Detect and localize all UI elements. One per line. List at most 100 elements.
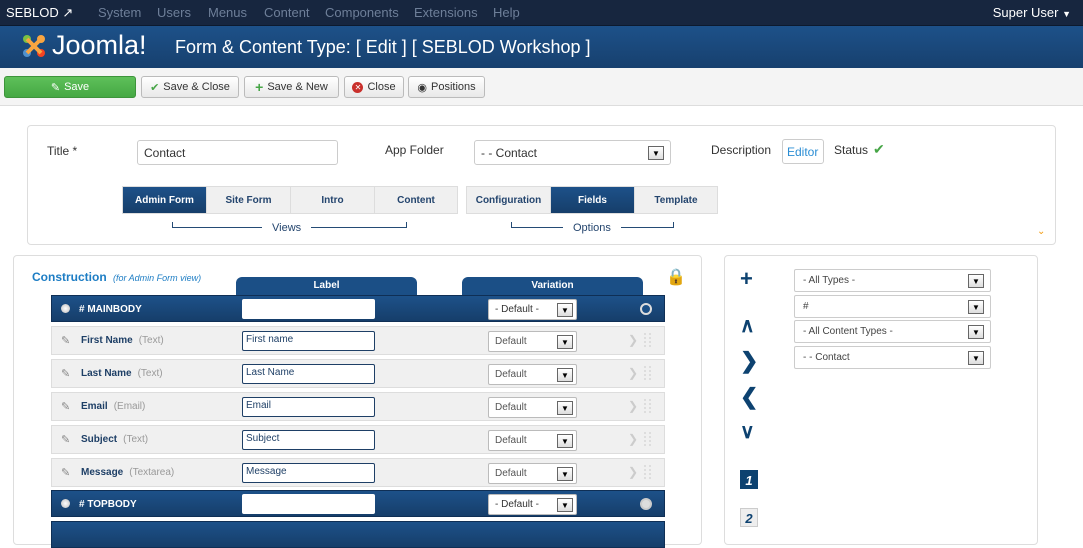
expand-chevron-icon[interactable]: ⌄ (1037, 226, 1045, 237)
tab-configuration[interactable]: Configuration (467, 187, 551, 213)
chevron-down-icon: ▼ (557, 434, 573, 448)
position-filter-select[interactable]: # ▼ (794, 295, 991, 318)
chevron-up-icon[interactable]: ∧ (740, 316, 755, 336)
tab-intro[interactable]: Intro (291, 187, 375, 213)
label-column-header: Label (236, 277, 417, 295)
menu-content[interactable]: Content (264, 5, 310, 20)
chevron-right-icon[interactable]: ❯ (628, 366, 638, 380)
close-button[interactable]: ✕ Close (344, 76, 404, 98)
pencil-icon[interactable]: ✎ (61, 367, 70, 380)
construction-subtitle: (for Admin Form view) (113, 273, 202, 283)
pencil-icon[interactable]: ✎ (61, 334, 70, 347)
views-tabs: Admin Form Site Form Intro Content (122, 186, 458, 214)
variation-select[interactable]: - Default - ▼ (488, 299, 577, 320)
variation-column-header: Variation (462, 277, 643, 295)
pencil-icon[interactable]: ✎ (61, 466, 70, 479)
chevron-right-icon[interactable]: ❯ (740, 350, 758, 372)
drag-handle-icon[interactable] (644, 333, 651, 347)
tab-fields[interactable]: Fields (551, 187, 635, 213)
menu-menus[interactable]: Menus (208, 5, 247, 20)
type-filter-select[interactable]: - All Types - ▼ (794, 269, 991, 292)
variation-select[interactable]: Default ▼ (488, 463, 577, 484)
field-row: ✎ First Name (Text) First name Default ▼ ❯ (51, 326, 665, 355)
variation-select[interactable]: Default ▼ (488, 430, 577, 451)
chevron-left-icon[interactable]: ❮ (740, 386, 758, 408)
chevron-right-icon[interactable]: ❯ (628, 465, 638, 479)
menu-users[interactable]: Users (157, 5, 191, 20)
pencil-icon[interactable]: ✎ (61, 400, 70, 413)
variation-select[interactable]: - Default - ▼ (488, 494, 577, 515)
field-type: (Email) (113, 401, 146, 412)
title-input[interactable]: Contact (137, 140, 338, 165)
label-input[interactable] (242, 494, 375, 514)
views-caption: Views (262, 222, 312, 234)
page-2-button[interactable]: 2 (740, 508, 758, 527)
drag-handle-icon[interactable] (644, 465, 651, 479)
variation-select[interactable]: Default ▼ (488, 331, 577, 352)
page-1-button[interactable]: 1 (740, 470, 758, 489)
tab-template[interactable]: Template (635, 187, 717, 213)
tab-content[interactable]: Content (375, 187, 457, 213)
chevron-down-icon: ▼ (557, 498, 573, 512)
lock-icon[interactable]: 🔒 (666, 267, 686, 287)
label-input[interactable]: Email (242, 397, 375, 417)
folder-filter-select[interactable]: - - Contact ▼ (794, 346, 991, 369)
position-radio[interactable] (640, 498, 652, 510)
label-input[interactable]: First name (242, 331, 375, 351)
chevron-down-icon: ▼ (557, 335, 573, 349)
field-type: (Textarea) (129, 467, 175, 478)
joomla-logo-icon (23, 34, 45, 57)
status-label: Status (834, 143, 869, 157)
variation-select[interactable]: Default ▼ (488, 397, 577, 418)
menu-system[interactable]: System (98, 5, 141, 20)
save-button[interactable]: ✎ Save (4, 76, 136, 98)
plus-icon[interactable]: + (740, 268, 753, 290)
variation-select[interactable]: Default ▼ (488, 364, 577, 385)
content-type-filter-select[interactable]: - All Content Types - ▼ (794, 320, 991, 343)
field-name: Email (81, 401, 108, 412)
chevron-right-icon[interactable]: ❯ (628, 333, 638, 347)
label-input[interactable] (242, 299, 375, 319)
menu-components[interactable]: Components (325, 5, 399, 20)
positions-button[interactable]: ◉ Positions (408, 76, 485, 98)
chevron-down-icon: ▼ (557, 401, 573, 415)
tab-admin-form[interactable]: Admin Form (123, 187, 207, 213)
position-dot-icon (61, 304, 70, 313)
label-input[interactable]: Last Name (242, 364, 375, 384)
field-row: ✎ Email (Email) Email Default ▼ ❯ (51, 392, 665, 421)
check-icon: ✔ (150, 81, 160, 94)
chevron-right-icon[interactable]: ❯ (628, 399, 638, 413)
menu-extensions[interactable]: Extensions (414, 5, 478, 20)
position-radio[interactable] (640, 303, 652, 315)
drag-handle-icon[interactable] (644, 366, 651, 380)
plus-icon: + (255, 79, 264, 95)
chevron-down-icon: ▼ (968, 274, 984, 288)
field-type: (Text) (138, 335, 164, 346)
save-close-button[interactable]: ✔ Save & Close (141, 76, 239, 98)
menu-help[interactable]: Help (493, 5, 520, 20)
logo-text: Joomla! (52, 30, 147, 60)
label-input[interactable]: Message (242, 463, 375, 483)
brand-link[interactable]: SEBLOD ↗ (6, 5, 73, 21)
app-folder-select[interactable]: - - Contact ▼ (474, 140, 671, 165)
drag-handle-icon[interactable] (644, 432, 651, 446)
tab-site-form[interactable]: Site Form (207, 187, 291, 213)
joomla-logo: Joomla! (20, 30, 147, 61)
top-navbar: SEBLOD ↗ System Users Menus Content Comp… (0, 0, 1083, 26)
position-row-topbody: # TOPBODY - Default - ▼ (51, 490, 665, 517)
user-menu[interactable]: Super User ▼ (993, 5, 1071, 20)
chevron-down-icon: ▼ (557, 303, 573, 317)
pencil-icon[interactable]: ✎ (61, 433, 70, 446)
toolbar: ✎ Save ✔ Save & Close + Save & New ✕ Close ◉… (0, 68, 1083, 106)
chevron-right-icon[interactable]: ❯ (628, 432, 638, 446)
label-input[interactable]: Subject (242, 430, 375, 450)
page-header: Joomla! Form & Content Type: [ Edit ] [ … (0, 26, 1083, 68)
status-check-icon[interactable]: ✔ (873, 141, 885, 158)
save-new-button[interactable]: + Save & New (244, 76, 339, 98)
drag-handle-icon[interactable] (644, 399, 651, 413)
options-tabs: Configuration Fields Template (466, 186, 718, 214)
construction-title: Construction (32, 270, 107, 284)
page-title: Form & Content Type: [ Edit ] [ SEBLOD W… (175, 37, 591, 57)
editor-button[interactable]: Editor (782, 139, 824, 164)
chevron-down-icon[interactable]: ∨ (740, 422, 755, 442)
